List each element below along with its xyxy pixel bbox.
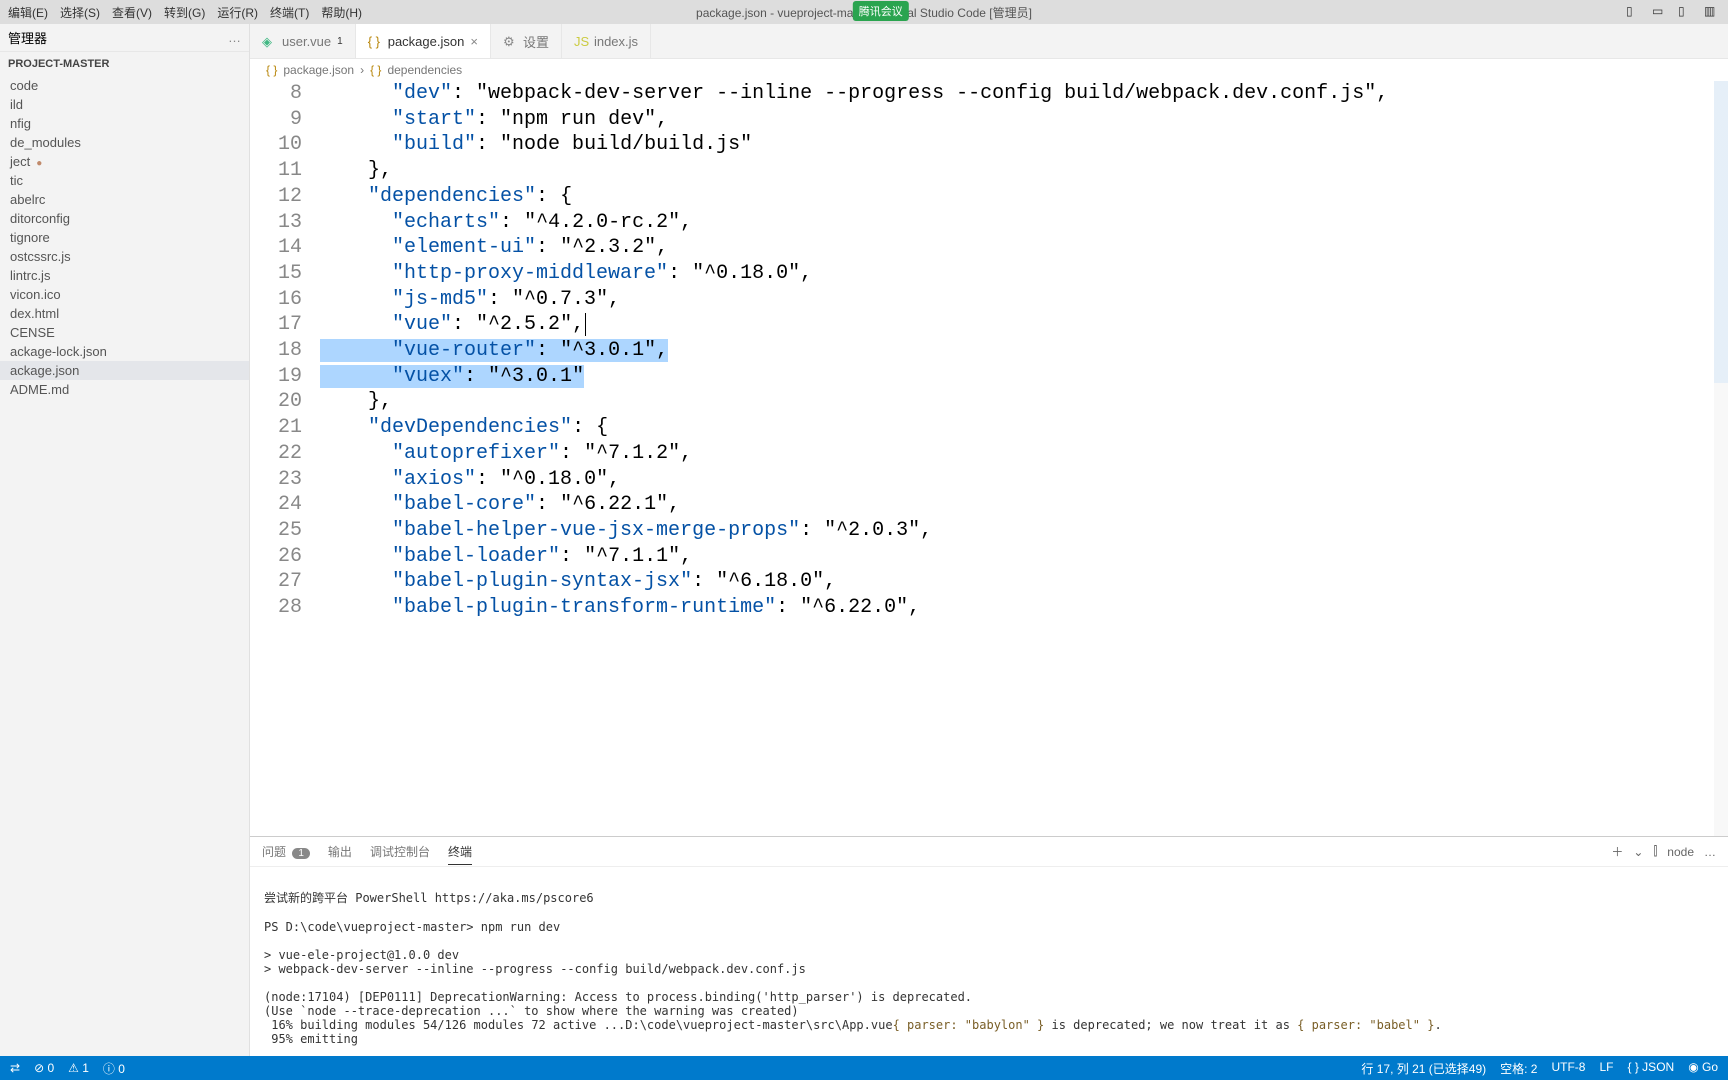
split-terminal-icon[interactable]: ⫿ <box>1653 844 1657 859</box>
sidebar-item[interactable]: ackage.json <box>0 361 249 380</box>
tab-debug-console[interactable]: 调试控制台 <box>370 839 430 864</box>
tab-problems-label: 问题 <box>262 845 286 859</box>
line-number-gutter: 8910111213141516171819202122232425262728 <box>250 81 320 621</box>
project-name[interactable]: PROJECT-MASTER <box>0 52 249 76</box>
terminal-line: 95% emitting <box>264 1032 358 1046</box>
terminal-line: 尝试新的跨平台 PowerShell https://aka.ms/pscore… <box>264 891 594 905</box>
editor-tab[interactable]: ⚙ 设置 <box>491 24 562 58</box>
terminal-line: { parser: "babylon" } <box>893 1018 1045 1032</box>
terminal-line: > vue-ele-project@1.0.0 dev <box>264 948 459 962</box>
new-terminal-button[interactable]: ＋ <box>1611 843 1623 860</box>
terminal-line: (node:17104) [DEP0111] DeprecationWarnin… <box>264 990 972 1004</box>
menu-bar: 编辑(E) 选择(S) 查看(V) 转到(G) 运行(R) 终端(T) 帮助(H… <box>0 0 1728 24</box>
sidebar-item[interactable]: ADME.md <box>0 380 249 399</box>
vue-icon: ◈ <box>262 34 276 48</box>
panel-right-icon[interactable]: ▯ <box>1678 4 1694 20</box>
explorer-title: 管理器 <box>8 28 47 47</box>
sidebar-item[interactable]: de_modules <box>0 133 249 152</box>
status-bar: ⇄ ⊘ 0 ⚠ 1 ⓘ 0 行 17, 列 21 (已选择49) 空格: 2 U… <box>0 1056 1728 1080</box>
status-warnings[interactable]: ⚠ 1 <box>68 1061 89 1075</box>
terminal-line: (Use `node --trace-deprecation ...` to s… <box>264 1004 799 1018</box>
tab-problems[interactable]: 问题 1 <box>262 839 310 864</box>
menu-help[interactable]: 帮助(H) <box>321 4 362 21</box>
terminal-line: 16% building modules 54/126 modules 72 a… <box>264 1018 893 1032</box>
editor-tab[interactable]: ◈ user.vue 1 <box>250 24 356 58</box>
panel-more-icon[interactable]: … <box>1704 845 1716 859</box>
gear-icon: ⚙ <box>503 34 517 48</box>
status-cursor[interactable]: 行 17, 列 21 (已选择49) <box>1361 1060 1486 1077</box>
sidebar-item[interactable]: ject <box>0 152 249 171</box>
explorer-sidebar: 管理器 … PROJECT-MASTER codeildnfigde_modul… <box>0 24 250 1056</box>
terminal-line: PS D:\code\vueproject-master> npm run de… <box>264 920 560 934</box>
panel-left-icon[interactable]: ▯ <box>1626 4 1642 20</box>
sidebar-item[interactable]: CENSE <box>0 323 249 342</box>
meeting-badge: 腾讯会议 <box>853 1 909 21</box>
menu-goto[interactable]: 转到(G) <box>164 4 205 21</box>
layout-toggles[interactable]: ▯ ▭ ▯ ▥ <box>1626 4 1720 20</box>
explorer-more-icon[interactable]: … <box>228 30 241 45</box>
tab-output[interactable]: 输出 <box>328 839 352 864</box>
terminal-line: is deprecated; we now treat it as <box>1044 1018 1297 1032</box>
layout-grid-icon[interactable]: ▥ <box>1704 4 1720 20</box>
sidebar-item[interactable]: abelrc <box>0 190 249 209</box>
sidebar-item[interactable]: ditorconfig <box>0 209 249 228</box>
status-eol[interactable]: LF <box>1599 1060 1613 1077</box>
bottom-panel: 问题 1 输出 调试控制台 终端 ＋ ⌄ ⫿ node … 尝试新的跨平台 Po… <box>250 836 1728 1056</box>
breadcrumb-file[interactable]: package.json <box>283 63 354 77</box>
json-icon: { } <box>370 63 381 77</box>
chevron-right-icon: › <box>360 63 364 77</box>
dirty-indicator: 1 <box>337 36 343 47</box>
sidebar-item[interactable]: nfig <box>0 114 249 133</box>
sidebar-item[interactable]: ackage-lock.json <box>0 342 249 361</box>
menu-select[interactable]: 选择(S) <box>60 4 100 21</box>
sidebar-item[interactable]: dex.html <box>0 304 249 323</box>
sidebar-item[interactable]: ostcssrc.js <box>0 247 249 266</box>
status-info[interactable]: ⓘ 0 <box>103 1060 125 1077</box>
status-indent[interactable]: 空格: 2 <box>1500 1060 1537 1077</box>
remote-icon[interactable]: ⇄ <box>10 1061 20 1075</box>
terminal-line: . <box>1434 1018 1441 1032</box>
panel-tabs: 问题 1 输出 调试控制台 终端 ＋ ⌄ ⫿ node … <box>250 837 1728 867</box>
sidebar-item[interactable]: vicon.ico <box>0 285 249 304</box>
menu-terminal[interactable]: 终端(T) <box>270 4 309 21</box>
js-icon: JS <box>574 34 588 48</box>
terminal-line: > webpack-dev-server --inline --progress… <box>264 962 806 976</box>
status-encoding[interactable]: UTF-8 <box>1551 1060 1585 1077</box>
close-icon[interactable]: × <box>470 34 478 49</box>
sidebar-item[interactable]: ild <box>0 95 249 114</box>
chevron-down-icon[interactable]: ⌄ <box>1633 845 1643 859</box>
status-go[interactable]: ◉ Go <box>1688 1060 1718 1077</box>
code-editor[interactable]: 8910111213141516171819202122232425262728… <box>250 81 1728 836</box>
tab-terminal[interactable]: 终端 <box>448 839 472 865</box>
code-content[interactable]: "dev": "webpack-dev-server --inline --pr… <box>320 81 1708 621</box>
status-language[interactable]: { } JSON <box>1628 1060 1675 1077</box>
sidebar-item[interactable]: tic <box>0 171 249 190</box>
status-errors[interactable]: ⊘ 0 <box>34 1061 54 1075</box>
sidebar-item[interactable]: code <box>0 76 249 95</box>
tab-label: index.js <box>594 34 638 49</box>
editor-tabs: ◈ user.vue 1 { } package.json × ⚙ 设置 JS index.js <box>250 24 1728 59</box>
tab-label: package.json <box>388 34 465 49</box>
menu-run[interactable]: 运行(R) <box>217 4 258 21</box>
panel-bottom-icon[interactable]: ▭ <box>1652 4 1668 20</box>
menu-edit[interactable]: 编辑(E) <box>8 4 48 21</box>
json-icon: { } <box>368 34 382 48</box>
menu-view[interactable]: 查看(V) <box>112 4 152 21</box>
sidebar-item[interactable]: tignore <box>0 228 249 247</box>
terminal-output[interactable]: 尝试新的跨平台 PowerShell https://aka.ms/pscore… <box>250 867 1728 1056</box>
editor-tab[interactable]: { } package.json × <box>356 24 491 58</box>
editor-tab[interactable]: JS index.js <box>562 24 651 58</box>
sidebar-item[interactable]: lintrc.js <box>0 266 249 285</box>
tab-label: user.vue <box>282 34 331 49</box>
breadcrumb[interactable]: { } package.json › { } dependencies <box>250 59 1728 81</box>
json-icon: { } <box>266 63 277 77</box>
problems-count-badge: 1 <box>292 848 310 859</box>
terminal-shell-label[interactable]: node <box>1667 845 1694 859</box>
minimap[interactable] <box>1714 81 1728 836</box>
breadcrumb-node[interactable]: dependencies <box>387 63 462 77</box>
tab-label: 设置 <box>523 32 549 51</box>
terminal-line: { parser: "babel" } <box>1297 1018 1434 1032</box>
